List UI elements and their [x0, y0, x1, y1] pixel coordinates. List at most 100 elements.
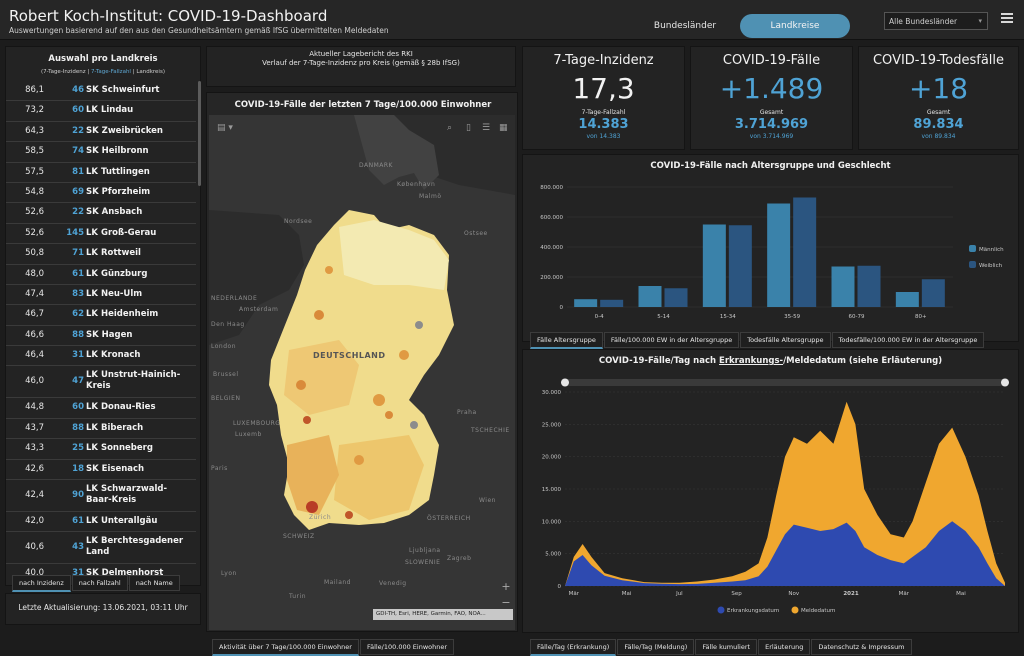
x-tick-label: 15-34	[720, 314, 736, 320]
map-attribution[interactable]: GDI-TH, Esri, HERE, Garmin, FAO, NOA...	[373, 609, 513, 620]
map-label: Zagreb	[447, 555, 472, 562]
basemap-gallery-icon[interactable]: ▦	[499, 123, 508, 133]
time-slider-start-handle[interactable]	[561, 378, 569, 387]
legend-swatch	[969, 261, 976, 268]
list-item[interactable]: 42,4 90 LK Schwarzwald-Baar-Kreis	[6, 480, 196, 513]
map-label: Den Haag	[211, 321, 245, 328]
age-tab-0[interactable]: Fälle Altersgruppe	[530, 332, 603, 349]
age-chart[interactable]: 0 200.000 400.000 600.000 800.000 0-4 5-14 15-3…	[523, 175, 1018, 335]
y-tick-label: 10.000	[542, 519, 562, 525]
list-item[interactable]: 46,4 31 LK Kronach	[6, 346, 196, 367]
sort-tab-2[interactable]: nach Name	[128, 575, 180, 591]
age-chart-title: COVID-19-Fälle nach Altersgruppe und Ges…	[650, 161, 891, 171]
search-icon[interactable]: ⌕	[447, 123, 452, 133]
age-tab-2[interactable]: Todesfälle Altersgruppe	[740, 332, 831, 348]
age-tab-1[interactable]: Fälle/100.000 EW in der Altersgruppe	[603, 332, 740, 348]
landkreis-list[interactable]: 86,1 46 SK Schweinfurt 73,2 60 LK Lindau 64,3 2…	[6, 81, 196, 581]
bar-weiblich-0-4[interactable]	[600, 299, 624, 307]
list-item[interactable]: 50,8 71 LK Rottweil	[6, 244, 196, 265]
stat-sub-value: 14.383	[578, 117, 629, 132]
list-item[interactable]: 43,7 88 LK Biberach	[6, 419, 196, 440]
list-item[interactable]: 40,6 43 LK Berchtesgadener Land	[6, 532, 196, 565]
list-item[interactable]: 52,6 145 LK Groß-Gerau	[6, 224, 196, 245]
legend-icon[interactable]: ☰	[482, 123, 490, 133]
list-item[interactable]: 52,6 22 SK Ansbach	[6, 203, 196, 224]
zoom-in-icon[interactable]: +	[499, 580, 513, 594]
curve-tab-1[interactable]: Fälle/Tag (Meldung)	[617, 639, 695, 655]
curve-tab-4[interactable]: Datenschutz & Impressum	[811, 639, 912, 655]
list-item[interactable]: 73,2 60 LK Lindau	[6, 101, 196, 122]
landkreis-name: SK Eisenach	[86, 463, 145, 474]
bar-männlich-60-79[interactable]	[831, 266, 855, 308]
x-tick-label: Mär	[569, 591, 580, 597]
list-item[interactable]: 44,8 60 LK Donau-Ries	[6, 398, 196, 419]
stat-von: von 89.834	[921, 133, 956, 140]
bookmark-icon[interactable]: ▯	[466, 123, 471, 133]
map-canvas[interactable]: ▤ ▾ ⌕ ▯ ☰ ▦ + − DANMARK København Malmö …	[209, 115, 515, 630]
list-item[interactable]: 46,7 62 LK Heidenheim	[6, 305, 196, 326]
zoom-out-icon[interactable]: −	[499, 596, 513, 610]
bundesland-select[interactable]: Alle Bundesländer ▾	[884, 12, 988, 30]
curve-tab-2[interactable]: Fälle kumuliert	[695, 639, 758, 655]
list-item[interactable]: 47,4 83 LK Neu-Ulm	[6, 285, 196, 306]
germany-map[interactable]	[209, 115, 515, 630]
landkreis-name: LK Biberach	[86, 422, 144, 433]
time-slider-end-handle[interactable]	[1001, 378, 1009, 387]
list-item[interactable]: 42,6 18 SK Eisenach	[6, 460, 196, 481]
map-label: Malmö	[419, 193, 442, 200]
landkreis-name: SK Zweibrücken	[86, 125, 163, 136]
list-item[interactable]: 46,6 88 SK Hagen	[6, 326, 196, 347]
list-scrollbar[interactable]	[198, 81, 201, 186]
landkreis-name: SK Schweinfurt	[86, 85, 160, 95]
age-tab-3[interactable]: Todesfälle/100.000 EW in der Altersgrupp…	[831, 332, 985, 348]
x-tick-label: Mär	[899, 591, 910, 597]
hamburger-menu-icon[interactable]	[1001, 13, 1013, 25]
bar-männlich-0-4[interactable]	[574, 299, 598, 307]
map-label: Nordsee	[284, 218, 313, 225]
x-tick-label: 60-79	[849, 314, 865, 320]
curve-tab-0[interactable]: Fälle/Tag (Erkrankung)	[530, 639, 617, 656]
list-item[interactable]: 43,3 25 LK Sonneberg	[6, 439, 196, 460]
curve-chart[interactable]: 0 5.000 10.000 15.000 20.000 25.000 30.000 Mär M…	[523, 370, 1018, 632]
stat-tode-panel: COVID-19-Todesfälle +18 Gesamt 89.834 vo…	[858, 46, 1019, 150]
sort-tab-0[interactable]: nach Inzidenz	[12, 575, 71, 592]
rki-link-line2[interactable]: Verlauf der 7-Tage-Inzidenz pro Kreis (g…	[207, 59, 515, 67]
list-item[interactable]: 57,5 81 LK Tuttlingen	[6, 163, 196, 183]
legend-swatch	[969, 245, 976, 252]
bar-weiblich-15-34[interactable]	[728, 225, 752, 307]
map-tab-0[interactable]: Aktivität über 7 Tage/100.000 Einwohner	[212, 639, 359, 656]
time-slider-track[interactable]	[565, 379, 1005, 386]
fallzahl-value: 88	[72, 329, 84, 340]
rki-link-line1[interactable]: Aktueller Lagebericht des RKI	[207, 47, 515, 58]
bar-weiblich-35-59[interactable]	[793, 197, 817, 308]
layer-list-icon[interactable]: ▤ ▾	[217, 123, 233, 133]
bar-männlich-35-59[interactable]	[767, 203, 791, 308]
bar-männlich-15-34[interactable]	[702, 224, 726, 308]
bar-weiblich-80+[interactable]	[921, 279, 945, 307]
list-item[interactable]: 64,3 22 SK Zweibrücken	[6, 122, 196, 143]
list-item[interactable]: 42,0 61 LK Unterallgäu	[6, 512, 196, 533]
bundeslaender-button[interactable]: Bundesländer	[640, 14, 730, 38]
bar-männlich-5-14[interactable]	[638, 286, 662, 307]
x-tick-label: Nov	[788, 591, 799, 597]
landkreise-button[interactable]: Landkreise	[740, 14, 850, 38]
stat-title: 7-Tage-Inzidenz	[553, 53, 654, 68]
list-item[interactable]: 46,0 47 LK Unstrut-Hainich-Kreis	[6, 366, 196, 399]
sort-tab-1[interactable]: nach Fallzahl	[71, 575, 128, 591]
list-item[interactable]: 86,1 46 SK Schweinfurt	[6, 81, 196, 102]
map-tab-1[interactable]: Fälle/100.000 Einwohner	[359, 639, 455, 655]
landkreis-name: LK Berchtesgadener Land	[86, 536, 184, 558]
landkreis-name: LK Lindau	[86, 105, 134, 116]
curve-tab-3[interactable]: Erläuterung	[758, 639, 811, 655]
list-item[interactable]: 54,8 69 SK Pforzheim	[6, 183, 196, 204]
fallzahl-value: 47	[72, 376, 84, 387]
rki-lagebericht-panel[interactable]: Aktueller Lagebericht des RKI Verlauf de…	[206, 46, 516, 87]
bar-weiblich-5-14[interactable]	[664, 288, 688, 307]
list-item[interactable]: 58,5 74 SK Heilbronn	[6, 142, 196, 163]
x-tick-label: 5-14	[657, 314, 670, 320]
list-item[interactable]: 48,0 61 LK Günzburg	[6, 265, 196, 285]
bar-weiblich-60-79[interactable]	[857, 265, 881, 307]
landkreis-name: LK Heidenheim	[86, 309, 159, 320]
y-tick-label: 5.000	[545, 552, 561, 558]
bar-männlich-80+[interactable]	[895, 292, 919, 307]
